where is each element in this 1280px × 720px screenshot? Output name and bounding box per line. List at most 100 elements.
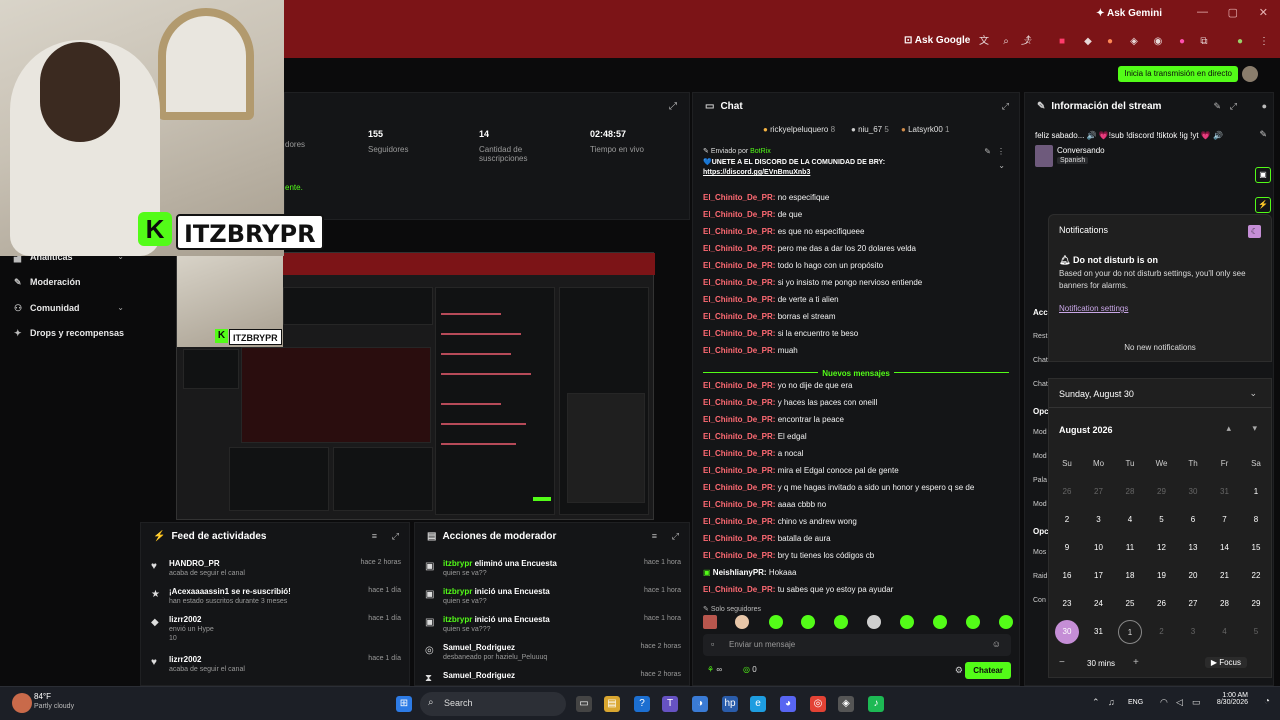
calendar-day[interactable]: 24 xyxy=(1087,592,1111,616)
calendar-day[interactable]: 8 xyxy=(1244,508,1268,532)
focus-button[interactable]: ▶ Focus xyxy=(1204,657,1247,668)
chevron-down-icon[interactable]: ▾ xyxy=(1252,423,1257,434)
calendar-day[interactable]: 18 xyxy=(1118,564,1142,588)
profile-icon[interactable]: ● xyxy=(1234,36,1246,48)
emote-icon[interactable] xyxy=(867,615,881,629)
gear-icon[interactable]: ⚙ xyxy=(955,665,963,676)
calendar-day[interactable]: 14 xyxy=(1213,536,1237,560)
extension-icon[interactable]: ◆ xyxy=(1082,36,1094,48)
chat-user[interactable]: El_Chinito_De_PR: xyxy=(703,415,775,424)
start-icon[interactable]: ⊞ xyxy=(396,696,412,712)
chat-user[interactable]: El_Chinito_De_PR: xyxy=(703,449,775,458)
chevron-up-icon[interactable]: ⌃ xyxy=(1092,697,1100,708)
calendar-day[interactable]: 28 xyxy=(1213,592,1237,616)
pin-icon[interactable]: ✎ xyxy=(984,147,991,156)
teams-icon[interactable]: T xyxy=(662,696,678,712)
calendar-day[interactable]: 29 xyxy=(1150,480,1174,504)
calendar-day[interactable]: 12 xyxy=(1150,536,1174,560)
volume-icon[interactable]: ◁ xyxy=(1176,697,1183,708)
emote-icon[interactable] xyxy=(933,615,947,629)
clock[interactable]: 1:00 AM 8/30/2026 xyxy=(1217,692,1248,706)
calendar-day[interactable]: 17 xyxy=(1087,564,1111,588)
calendar-day[interactable]: 15 xyxy=(1244,536,1268,560)
close-icon[interactable]: ✕ xyxy=(1259,6,1268,19)
chat-user[interactable]: El_Chinito_De_PR: xyxy=(703,517,775,526)
calendar-day[interactable]: 20 xyxy=(1181,564,1205,588)
calendar-day[interactable]: 19 xyxy=(1150,564,1174,588)
expand-icon[interactable]: ⤢ xyxy=(672,531,679,542)
chrome-icon[interactable]: ◎ xyxy=(810,696,826,712)
camera-icon[interactable]: ▣ xyxy=(1255,167,1271,183)
chat-user[interactable]: El_Chinito_De_PR: xyxy=(703,585,775,594)
chat-user[interactable]: El_Chinito_De_PR: xyxy=(703,227,775,236)
emoji-icon[interactable]: ☺ xyxy=(992,639,1001,649)
chat-user[interactable]: El_Chinito_De_PR: xyxy=(703,278,775,287)
calendar-day[interactable]: 29 xyxy=(1244,592,1268,616)
expand-icon[interactable]: ⤢ xyxy=(392,531,399,542)
chat-user[interactable]: El_Chinito_De_PR: xyxy=(703,295,775,304)
calendar-day[interactable]: 5 xyxy=(1244,620,1268,644)
edit-icon[interactable]: ✎ xyxy=(1213,101,1221,112)
maximize-icon[interactable]: ▢ xyxy=(1228,6,1238,19)
calendar-day[interactable]: 4 xyxy=(1213,620,1237,644)
calendar-day[interactable]: 27 xyxy=(1181,592,1205,616)
emote-icon[interactable] xyxy=(900,615,914,629)
calendar-day[interactable]: 5 xyxy=(1150,508,1174,532)
extension-icon[interactable]: ● xyxy=(1104,36,1116,48)
chat-user[interactable]: El_Chinito_De_PR: xyxy=(703,244,775,253)
file-explorer-icon[interactable]: ▤ xyxy=(604,696,620,712)
calendar-day[interactable]: 22 xyxy=(1244,564,1268,588)
copilot-icon[interactable]: ◑ xyxy=(692,696,708,712)
chat-user[interactable]: El_Chinito_De_PR: xyxy=(703,466,775,475)
points-indicator[interactable]: ⚘ ∞ xyxy=(707,665,722,674)
chevron-down-icon[interactable]: ⌄ xyxy=(117,303,124,312)
emote-icon[interactable] xyxy=(735,615,749,629)
calendar-day[interactable]: 4 xyxy=(1118,508,1142,532)
weather-icon[interactable] xyxy=(12,693,32,713)
chat-user[interactable]: El_Chinito_De_PR: xyxy=(703,312,775,321)
chat-user[interactable]: El_Chinito_De_PR: xyxy=(703,193,775,202)
chevron-up-icon[interactable]: ▴ xyxy=(1226,423,1231,434)
calendar-day[interactable]: 9 xyxy=(1055,536,1079,560)
calendar-month[interactable]: August 2026 xyxy=(1059,425,1113,435)
microphone-icon[interactable]: ♫ xyxy=(1108,697,1115,707)
spotify-icon[interactable]: ♪ xyxy=(868,696,884,712)
calendar-day[interactable]: 25 xyxy=(1118,592,1142,616)
calendar-day[interactable]: 30 xyxy=(1055,620,1079,644)
discord-icon[interactable]: ◕ xyxy=(780,696,796,712)
calendar-day[interactable]: 1 xyxy=(1244,480,1268,504)
start-stream-button[interactable]: Inicia la transmisión en directo xyxy=(1118,66,1238,82)
calendar-day[interactable]: 16 xyxy=(1055,564,1079,588)
language-indicator[interactable]: ENG xyxy=(1128,699,1143,706)
calendar-day[interactable]: 3 xyxy=(1181,620,1205,644)
sidebar-item-moderation[interactable]: ✎ Moderación xyxy=(14,277,81,288)
emote-icon[interactable] xyxy=(966,615,980,629)
edge-icon[interactable]: e xyxy=(750,696,766,712)
chat-user[interactable]: El_Chinito_De_PR: xyxy=(703,381,775,390)
hp-icon[interactable]: hp xyxy=(722,696,738,712)
chat-user[interactable]: El_Chinito_De_PR: xyxy=(703,261,775,270)
bookmark-star-icon[interactable]: ☆ xyxy=(1022,36,1034,48)
calendar-day[interactable]: 30 xyxy=(1181,480,1205,504)
extension-icon[interactable]: ◈ xyxy=(1128,36,1140,48)
calendar-day[interactable]: 6 xyxy=(1181,508,1205,532)
dnd-toggle[interactable]: ☾ xyxy=(1248,225,1261,238)
calendar-day[interactable]: 2 xyxy=(1150,620,1174,644)
task-view-icon[interactable]: ▭ xyxy=(576,696,592,712)
calendar-day[interactable]: 27 xyxy=(1087,480,1111,504)
notification-settings-link[interactable]: Notification settings xyxy=(1059,304,1128,313)
chat-user[interactable]: El_Chinito_De_PR: xyxy=(703,432,775,441)
emote-icon[interactable] xyxy=(801,615,815,629)
ask-google-button[interactable]: ⊡ Ask Google xyxy=(904,35,970,46)
calendar-day[interactable]: 31 xyxy=(1213,480,1237,504)
help-icon[interactable]: ? xyxy=(634,696,650,712)
chat-user[interactable]: El_Chinito_De_PR: xyxy=(703,346,775,355)
chat-user[interactable]: El_Chinito_De_PR: xyxy=(703,551,775,560)
translate-icon[interactable]: 文 xyxy=(978,36,990,48)
chevron-down-icon[interactable]: ⌄ xyxy=(1249,388,1257,399)
calendar-day[interactable]: 1 xyxy=(1118,620,1142,644)
bolt-icon[interactable]: ⚡ xyxy=(1255,197,1271,213)
minimize-icon[interactable]: — xyxy=(1197,6,1208,18)
emote-icon[interactable] xyxy=(769,615,783,629)
menu-icon[interactable]: ⋮ xyxy=(1258,36,1270,48)
